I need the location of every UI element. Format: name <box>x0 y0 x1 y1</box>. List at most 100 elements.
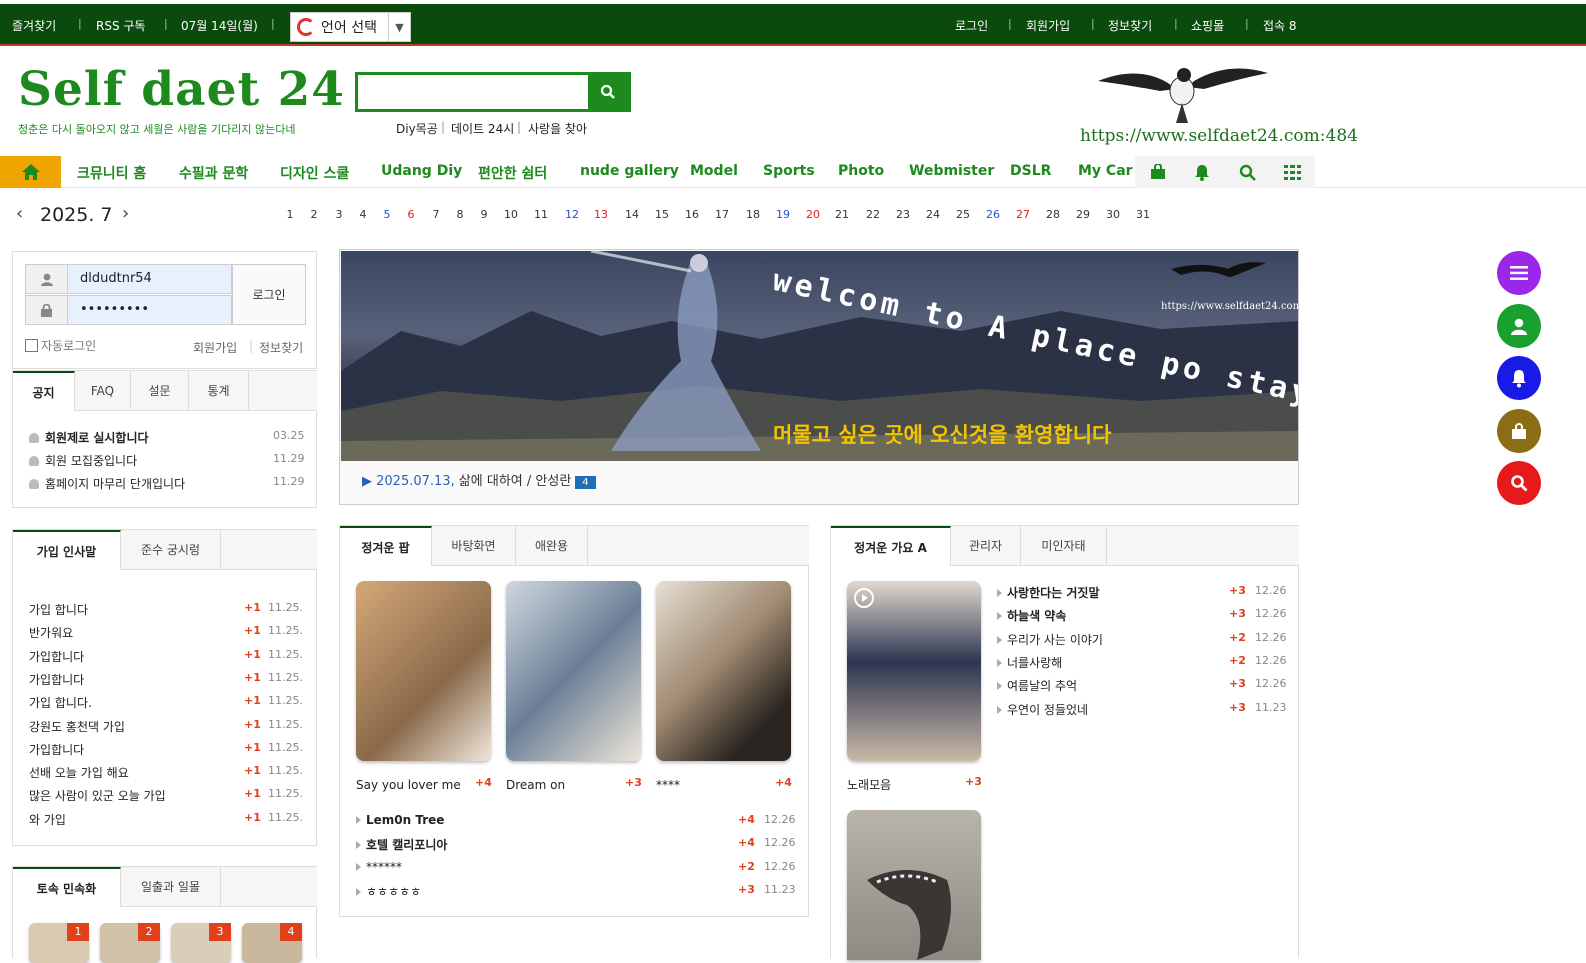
auto-login-checkbox[interactable]: 자동로그인 <box>25 337 96 354</box>
calendar-day[interactable]: 10 <box>499 208 523 221</box>
user-button[interactable] <box>1497 304 1541 348</box>
visitor-count[interactable]: 접속 8 <box>1263 17 1297 34</box>
keyword-link[interactable]: 데이트 24시 <box>451 120 514 137</box>
nav-item-literature[interactable]: 수필과 문학 <box>179 163 248 183</box>
language-select[interactable]: 언어 선택 ▼ <box>290 12 411 42</box>
nav-item-webmister[interactable]: Webmister <box>909 163 994 179</box>
gallery-thumb[interactable] <box>506 581 641 761</box>
thumb-caption[interactable]: Dream on <box>506 778 565 792</box>
tab-poll[interactable]: 설문 <box>131 371 189 411</box>
calendar-day[interactable]: 16 <box>680 208 704 221</box>
calendar-prev-icon[interactable]: ‹ <box>16 203 23 224</box>
calendar-day[interactable]: 5 <box>375 208 399 221</box>
rss-link[interactable]: RSS 구독 <box>96 17 145 34</box>
calendar-day[interactable]: 11 <box>529 208 553 221</box>
nav-item-dslr[interactable]: DSLR <box>1010 163 1051 179</box>
notification-button[interactable] <box>1497 356 1541 400</box>
calendar-day[interactable]: 4 <box>351 208 375 221</box>
site-logo[interactable]: Self daet 24 <box>18 62 345 117</box>
calendar-day[interactable]: 31 <box>1131 208 1155 221</box>
bell-icon[interactable] <box>1191 163 1213 181</box>
join-link[interactable]: 회원가입 <box>193 339 237 356</box>
grid-menu-icon[interactable] <box>1281 163 1303 181</box>
calendar-day[interactable]: 22 <box>861 208 885 221</box>
tab-admin[interactable]: 관리자 <box>951 526 1021 566</box>
tab-faq[interactable]: FAQ <box>75 371 131 411</box>
tab-beauty[interactable]: 미인자태 <box>1021 526 1107 566</box>
calendar-day[interactable]: 29 <box>1071 208 1095 221</box>
calendar-next-icon[interactable]: › <box>122 203 129 224</box>
calendar-day[interactable]: 1 <box>278 208 302 221</box>
calendar-day[interactable]: 19 <box>771 208 795 221</box>
tab-sunrise[interactable]: 일출과 일몰 <box>121 867 221 907</box>
tab-songs[interactable]: 정겨운 가요 A <box>831 526 951 566</box>
calendar-day[interactable]: 9 <box>472 208 496 221</box>
search-button[interactable] <box>588 75 628 109</box>
search-input[interactable] <box>358 75 590 109</box>
nav-item-gallery[interactable]: nude gallery <box>580 163 679 179</box>
calendar-day[interactable]: 2 <box>302 208 326 221</box>
calendar-day[interactable]: 14 <box>620 208 644 221</box>
songs-thumb-bird[interactable] <box>847 810 981 960</box>
calendar-day[interactable]: 8 <box>448 208 472 221</box>
thumb-caption[interactable]: 노래모음 <box>847 776 891 793</box>
keyword-link[interactable]: Diy목공 <box>396 120 438 137</box>
calendar-day[interactable]: 3 <box>327 208 351 221</box>
thumb-caption[interactable]: Say you lover me <box>356 778 461 792</box>
nav-item-rest[interactable]: 편안한 쉼터 <box>478 163 547 183</box>
login-link[interactable]: 로그인 <box>955 17 988 34</box>
calendar-day[interactable]: 28 <box>1041 208 1065 221</box>
nav-item-sports[interactable]: Sports <box>763 163 815 179</box>
nav-item-mycar[interactable]: My Car <box>1078 163 1133 179</box>
tab-greeting[interactable]: 가입 인사말 <box>13 530 121 570</box>
tab-notice[interactable]: 공지 <box>13 371 75 411</box>
find-info-link[interactable]: 정보찾기 <box>259 339 303 356</box>
calendar-day[interactable]: 21 <box>830 208 854 221</box>
shop-link[interactable]: 쇼핑몰 <box>1191 17 1224 34</box>
thumb-caption[interactable]: **** <box>656 778 680 792</box>
tab-grumble[interactable]: 준수 궁시렁 <box>121 530 221 570</box>
login-button[interactable]: 로그인 <box>232 264 306 325</box>
banner-caption[interactable]: ▶ 2025.07.13, 삶에 대하여 / 안성란 4 <box>362 470 596 489</box>
tab-pet[interactable]: 애완용 <box>516 526 588 566</box>
nav-item-photo[interactable]: Photo <box>838 163 884 179</box>
calendar-day[interactable]: 7 <box>424 208 448 221</box>
calendar-day[interactable]: 27 <box>1011 208 1035 221</box>
calendar-day[interactable]: 20 <box>801 208 825 221</box>
keyword-link[interactable]: 사랑을 찾아 <box>528 120 587 137</box>
calendar-day[interactable]: 23 <box>891 208 915 221</box>
gallery-thumb[interactable] <box>356 581 491 761</box>
calendar-day[interactable]: 25 <box>951 208 975 221</box>
join-link[interactable]: 회원가입 <box>1026 17 1070 34</box>
calendar-day[interactable]: 12 <box>560 208 584 221</box>
home-button[interactable] <box>0 156 61 188</box>
search-float-button[interactable] <box>1497 461 1541 505</box>
menu-button[interactable] <box>1497 251 1541 295</box>
nav-item-model[interactable]: Model <box>690 163 738 179</box>
nav-item-design[interactable]: 디자인 스쿨 <box>280 163 349 183</box>
nav-item-diy[interactable]: Udang Diy <box>381 163 462 179</box>
songs-thumb[interactable] <box>847 581 981 761</box>
shopping-bag-icon[interactable] <box>1147 163 1169 181</box>
calendar-day[interactable]: 26 <box>981 208 1005 221</box>
tab-stats[interactable]: 통계 <box>189 371 249 411</box>
nav-item-community[interactable]: 크뮤니티 홈 <box>77 163 146 183</box>
search-icon[interactable] <box>1236 163 1258 181</box>
calendar-day[interactable]: 18 <box>741 208 765 221</box>
calendar-day[interactable]: 13 <box>589 208 613 221</box>
tab-wallpaper[interactable]: 바탕화면 <box>432 526 516 566</box>
find-info-link[interactable]: 정보찾기 <box>1108 17 1152 34</box>
password-field[interactable]: ••••••••• <box>25 295 232 325</box>
calendar-day[interactable]: 24 <box>921 208 945 221</box>
calendar-day[interactable]: 6 <box>399 208 423 221</box>
tab-pop[interactable]: 정겨운 팝 <box>340 526 432 566</box>
shop-button[interactable] <box>1497 409 1541 453</box>
banner-image[interactable]: welcom to A place po stay https://www.se… <box>341 251 1298 461</box>
calendar-day[interactable]: 17 <box>710 208 734 221</box>
tab-folk-art[interactable]: 토속 민속화 <box>13 867 121 907</box>
bookmark-link[interactable]: 즐겨찾기 <box>12 17 56 34</box>
username-field[interactable]: dldudtnr54 <box>25 264 232 294</box>
calendar-day[interactable]: 15 <box>650 208 674 221</box>
gallery-thumb[interactable] <box>656 581 791 761</box>
calendar-day[interactable]: 30 <box>1101 208 1125 221</box>
